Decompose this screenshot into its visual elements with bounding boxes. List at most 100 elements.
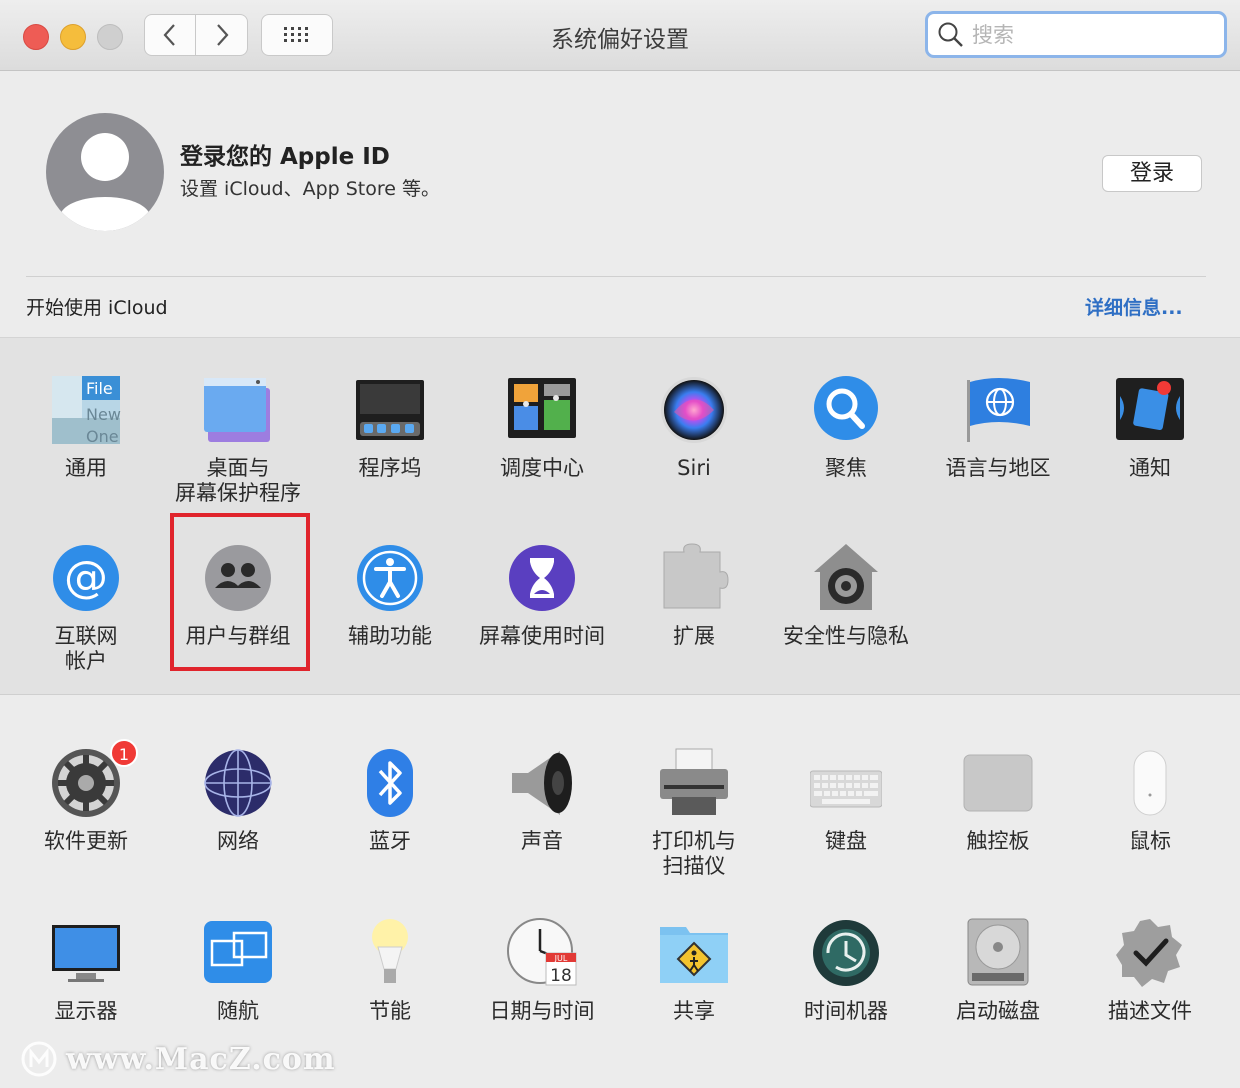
pane-label: 互联网 帐户 xyxy=(54,624,118,673)
pane-label: 通知 xyxy=(1129,456,1171,480)
pane-siri[interactable]: Siri xyxy=(618,374,770,481)
apple-id-subtitle: 设置 iCloud、App Store 等。 xyxy=(180,178,441,200)
pane-trackpad[interactable]: 触控板 xyxy=(922,747,1074,854)
pane-sound[interactable]: 声音 xyxy=(466,747,618,854)
checkmark-badge-icon xyxy=(1114,917,1186,989)
update-count-badge: 1 xyxy=(110,739,138,767)
pane-security-privacy[interactable]: 安全性与隐私 xyxy=(770,542,922,649)
mission-control-icon xyxy=(506,374,578,446)
apple-id-panel: 登录您的 Apple ID 设置 iCloud、App Store 等。 登录 … xyxy=(0,71,1240,338)
svg-text:@: @ xyxy=(64,552,108,603)
pane-label: 显示器 xyxy=(54,999,118,1023)
title-bar: 系统偏好设置 xyxy=(0,0,1240,71)
sign-in-button[interactable]: 登录 xyxy=(1102,155,1202,192)
pane-label: 描述文件 xyxy=(1108,999,1192,1023)
accessibility-icon xyxy=(354,542,426,614)
pane-label: 键盘 xyxy=(825,829,867,853)
search-box[interactable] xyxy=(925,11,1227,58)
avatar[interactable] xyxy=(46,113,164,231)
globe-icon xyxy=(202,747,274,819)
pane-label: 打印机与 扫描仪 xyxy=(652,829,736,878)
pane-label: 启动磁盘 xyxy=(956,999,1040,1023)
keyboard-icon xyxy=(809,747,883,819)
pane-mouse[interactable]: 鼠标 xyxy=(1074,747,1226,854)
trackpad-icon xyxy=(962,747,1034,819)
pane-label: 网络 xyxy=(217,829,259,853)
svg-text:JUL: JUL xyxy=(554,954,568,963)
pane-label: 程序坞 xyxy=(358,456,422,480)
search-icon xyxy=(938,22,963,47)
macz-logo-icon xyxy=(21,1041,57,1077)
svg-text:New: New xyxy=(86,405,121,424)
pane-language-region[interactable]: 语言与地区 xyxy=(922,374,1074,481)
pane-time-machine[interactable]: 时间机器 xyxy=(770,917,922,1024)
details-link[interactable]: 详细信息... xyxy=(1085,293,1183,320)
pane-date-time[interactable]: JUL 18 日期与时间 xyxy=(466,917,618,1024)
pane-network[interactable]: 网络 xyxy=(162,747,314,854)
mouse-icon xyxy=(1114,747,1186,819)
pane-label: 时间机器 xyxy=(804,999,888,1023)
pane-extensions[interactable]: 扩展 xyxy=(618,542,770,649)
apple-id-title: 登录您的 Apple ID xyxy=(180,144,390,170)
pane-sharing[interactable]: 共享 xyxy=(618,917,770,1024)
pane-internet-accounts[interactable]: @ 互联网 帐户 xyxy=(10,542,162,674)
disk-icon xyxy=(962,917,1034,989)
pane-keyboard[interactable]: 键盘 xyxy=(770,747,922,854)
house-lock-icon xyxy=(810,542,882,614)
pane-label: 语言与地区 xyxy=(945,456,1051,480)
svg-text:18: 18 xyxy=(550,966,572,986)
pane-notifications[interactable]: 通知 xyxy=(1074,374,1226,481)
pane-label: 软件更新 xyxy=(44,829,128,853)
svg-text:File: File xyxy=(86,379,113,398)
pane-label: Siri xyxy=(677,456,711,480)
pane-sidecar[interactable]: 随航 xyxy=(162,917,314,1024)
flag-icon xyxy=(962,374,1034,446)
pane-startup-disk[interactable]: 启动磁盘 xyxy=(922,917,1074,1024)
pane-label: 共享 xyxy=(673,999,715,1023)
pane-profiles[interactable]: 描述文件 xyxy=(1074,917,1226,1024)
svg-text:One: One xyxy=(86,427,119,446)
pane-general[interactable]: File New One 通用 xyxy=(10,374,162,481)
clock-icon: JUL 18 xyxy=(506,917,578,989)
pane-label: 日期与时间 xyxy=(489,999,595,1023)
speaker-icon xyxy=(506,747,578,819)
pane-energy-saver[interactable]: 节能 xyxy=(314,917,466,1024)
pane-dock[interactable]: 程序坞 xyxy=(314,374,466,481)
time-machine-icon xyxy=(810,917,882,989)
display-icon xyxy=(50,917,122,989)
divider xyxy=(26,276,1206,277)
pane-label: 通用 xyxy=(65,456,107,480)
siri-icon xyxy=(658,374,730,446)
pane-software-update[interactable]: 1 软件更新 xyxy=(10,739,162,854)
pane-mission-control[interactable]: 调度中心 xyxy=(466,374,618,481)
pane-bluetooth[interactable]: 蓝牙 xyxy=(314,747,466,854)
personal-prefs-section: File New One 通用 桌面与 屏幕保护程序 程序坞 调度中心 Siri… xyxy=(0,338,1240,695)
desktop-icon xyxy=(202,374,274,446)
gear-icon: 1 xyxy=(50,739,138,819)
pane-label: 调度中心 xyxy=(500,456,584,480)
pane-label: 触控板 xyxy=(966,829,1030,853)
pane-label: 屏幕使用时间 xyxy=(479,624,605,648)
user-silhouette-icon xyxy=(60,133,150,231)
highlight-box xyxy=(170,513,310,671)
pane-label: 安全性与隐私 xyxy=(783,624,909,648)
pane-label: 扩展 xyxy=(673,624,715,648)
pane-label: 桌面与 屏幕保护程序 xyxy=(175,456,301,505)
sharing-folder-icon xyxy=(658,917,730,989)
dock-icon xyxy=(354,374,426,446)
pane-accessibility[interactable]: 辅助功能 xyxy=(314,542,466,649)
general-icon: File New One xyxy=(50,374,122,446)
pane-spotlight[interactable]: 聚焦 xyxy=(770,374,922,481)
pane-printers-scanners[interactable]: 打印机与 扫描仪 xyxy=(618,747,770,879)
at-icon: @ xyxy=(50,542,122,614)
watermark-text: www.MacZ.com xyxy=(66,1041,336,1077)
search-input[interactable] xyxy=(970,21,1214,48)
pane-desktop-screensaver[interactable]: 桌面与 屏幕保护程序 xyxy=(162,374,314,506)
pane-displays[interactable]: 显示器 xyxy=(10,917,162,1024)
pane-label: 鼠标 xyxy=(1129,829,1171,853)
lightbulb-icon xyxy=(354,917,426,989)
notifications-icon xyxy=(1114,374,1186,446)
printer-icon xyxy=(658,747,730,819)
pane-screen-time[interactable]: 屏幕使用时间 xyxy=(466,542,618,649)
spotlight-icon xyxy=(810,374,882,446)
